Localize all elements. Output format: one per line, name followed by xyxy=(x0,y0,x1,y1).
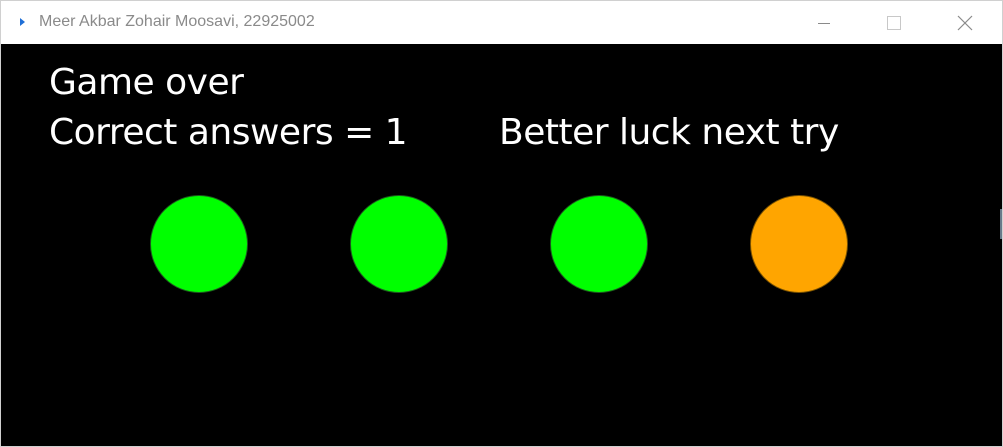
maximize-icon xyxy=(887,15,901,30)
game-canvas[interactable]: Game over Correct answers = 1 Better luc… xyxy=(1,44,1002,446)
result-message: Better luck next try xyxy=(499,112,839,153)
app-icon xyxy=(15,15,29,29)
maximize-button[interactable] xyxy=(871,1,917,44)
close-button[interactable] xyxy=(942,1,988,44)
app-window: Meer Akbar Zohair Moosavi, 22925002 Game… xyxy=(0,0,1003,447)
score-text: Correct answers = 1 xyxy=(49,112,408,153)
indicator-circle-2 xyxy=(350,195,448,293)
minimize-button[interactable] xyxy=(801,1,847,44)
game-over-text: Game over xyxy=(49,62,244,103)
window-edge-marker xyxy=(1000,209,1002,239)
indicator-circle-1 xyxy=(150,195,248,293)
close-icon xyxy=(957,15,973,30)
indicator-circle-4 xyxy=(750,195,848,293)
window-title: Meer Akbar Zohair Moosavi, 22925002 xyxy=(39,13,315,30)
title-bar[interactable]: Meer Akbar Zohair Moosavi, 22925002 xyxy=(1,1,1002,44)
minimize-icon xyxy=(818,22,830,24)
indicator-circle-3 xyxy=(550,195,648,293)
